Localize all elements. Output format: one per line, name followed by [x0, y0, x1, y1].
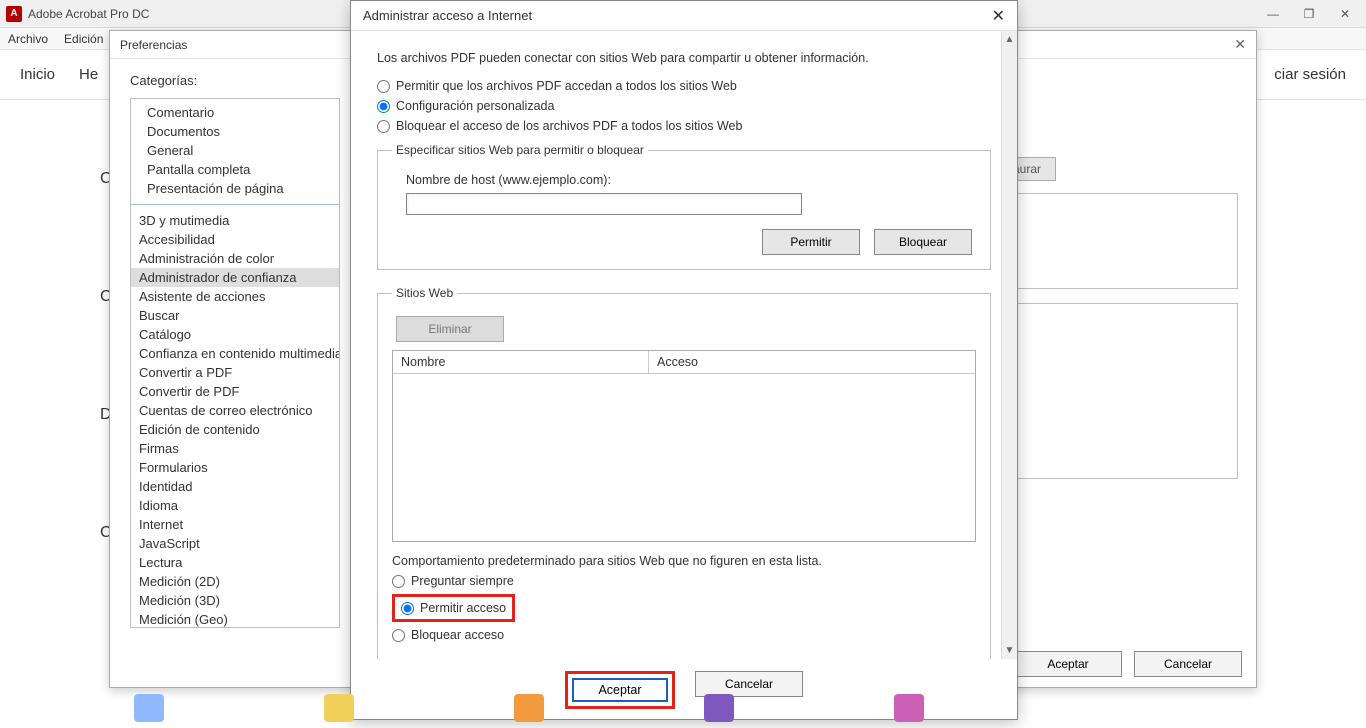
- radio-custom-label: Configuración personalizada: [396, 99, 554, 113]
- tab-home[interactable]: Inicio: [20, 66, 55, 83]
- category-item[interactable]: Accesibilidad: [131, 230, 339, 249]
- action-icon-3[interactable]: [514, 694, 544, 722]
- host-input[interactable]: [406, 193, 802, 215]
- categories-list[interactable]: ComentarioDocumentosGeneralPantalla comp…: [130, 98, 340, 628]
- category-item[interactable]: Convertir a PDF: [131, 363, 339, 382]
- internet-access-dialog: Administrar acceso a Internet ✕ ▲ ▼ Los …: [350, 0, 1018, 720]
- radio-allow-all[interactable]: Permitir que los archivos PDF accedan a …: [377, 79, 991, 93]
- category-item[interactable]: Pantalla completa: [139, 160, 331, 179]
- category-item[interactable]: Documentos: [139, 122, 331, 141]
- tab-he[interactable]: He: [79, 66, 98, 83]
- radio-allow-all-label: Permitir que los archivos PDF accedan a …: [396, 79, 737, 93]
- signin-link[interactable]: ciar sesión: [1274, 66, 1346, 83]
- app-logo-icon: A: [6, 6, 22, 22]
- category-item[interactable]: Convertir de PDF: [131, 382, 339, 401]
- close-icon[interactable]: ✕: [1336, 7, 1354, 21]
- delete-button: Eliminar: [396, 316, 504, 342]
- radio-ask-always-input[interactable]: [392, 575, 405, 588]
- category-item[interactable]: Internet: [131, 515, 339, 534]
- category-item[interactable]: Identidad: [131, 477, 339, 496]
- app-title: Adobe Acrobat Pro DC: [28, 7, 149, 21]
- radio-ask-always-label: Preguntar siempre: [411, 574, 514, 588]
- websites-fieldset: Sitios Web Eliminar Nombre Acceso Compor…: [377, 286, 991, 659]
- category-item[interactable]: Comentario: [139, 103, 331, 122]
- category-item[interactable]: General: [139, 141, 331, 160]
- category-item[interactable]: 3D y mutimedia: [131, 211, 339, 230]
- prefs-title: Preferencias: [120, 38, 187, 52]
- prefs-cancel-button[interactable]: Cancelar: [1134, 651, 1242, 677]
- radio-allow-access[interactable]: Permitir acceso: [401, 601, 506, 615]
- category-item[interactable]: Lectura: [131, 553, 339, 572]
- internet-close-icon[interactable]: ✕: [992, 6, 1005, 26]
- sites-table[interactable]: Nombre Acceso: [392, 350, 976, 542]
- radio-custom[interactable]: Configuración personalizada: [377, 99, 991, 113]
- menu-edit[interactable]: Edición: [64, 32, 103, 46]
- category-item[interactable]: Catálogo: [131, 325, 339, 344]
- col-name[interactable]: Nombre: [393, 351, 649, 373]
- radio-block-all-label: Bloquear el acceso de los archivos PDF a…: [396, 119, 742, 133]
- block-button[interactable]: Bloquear: [874, 229, 972, 255]
- category-item[interactable]: Asistente de acciones: [131, 287, 339, 306]
- action-icon-5[interactable]: [894, 694, 924, 722]
- intro-text: Los archivos PDF pueden conectar con sit…: [377, 51, 991, 65]
- default-behaviour-label: Comportamiento predeterminado para sitio…: [392, 554, 976, 568]
- specify-sites-fieldset: Especificar sitios Web para permitir o b…: [377, 143, 991, 270]
- category-item[interactable]: Medición (2D): [131, 572, 339, 591]
- category-item[interactable]: Edición de contenido: [131, 420, 339, 439]
- websites-legend: Sitios Web: [392, 286, 457, 300]
- radio-allow-all-input[interactable]: [377, 80, 390, 93]
- radio-allow-access-label: Permitir acceso: [420, 601, 506, 615]
- bottom-icons: [134, 694, 924, 722]
- category-item[interactable]: Administración de color: [131, 249, 339, 268]
- category-item[interactable]: Medición (3D): [131, 591, 339, 610]
- category-item[interactable]: Confianza en contenido multimedia (her: [131, 344, 339, 363]
- radio-block-all-input[interactable]: [377, 120, 390, 133]
- category-item[interactable]: Administrador de confianza: [131, 268, 339, 287]
- radio-custom-input[interactable]: [377, 100, 390, 113]
- action-icon-4[interactable]: [704, 694, 734, 722]
- category-item[interactable]: Cuentas de correo electrónico: [131, 401, 339, 420]
- category-item[interactable]: Formularios: [131, 458, 339, 477]
- prefs-ok-button[interactable]: Aceptar: [1014, 651, 1122, 677]
- category-item[interactable]: Idioma: [131, 496, 339, 515]
- highlight-allow-access: Permitir acceso: [392, 594, 515, 622]
- radio-ask-always[interactable]: Preguntar siempre: [392, 574, 976, 588]
- radio-block-access-input[interactable]: [392, 629, 405, 642]
- category-item[interactable]: Firmas: [131, 439, 339, 458]
- category-item[interactable]: JavaScript: [131, 534, 339, 553]
- host-label: Nombre de host (www.ejemplo.com):: [406, 173, 976, 187]
- radio-block-access[interactable]: Bloquear acceso: [392, 628, 976, 642]
- internet-title: Administrar acceso a Internet: [363, 8, 532, 23]
- category-item[interactable]: Medición (Geo): [131, 610, 339, 628]
- specify-legend: Especificar sitios Web para permitir o b…: [392, 143, 648, 157]
- category-item[interactable]: Presentación de página: [139, 179, 331, 198]
- radio-block-all[interactable]: Bloquear el acceso de los archivos PDF a…: [377, 119, 991, 133]
- allow-button[interactable]: Permitir: [762, 229, 860, 255]
- radio-allow-access-input[interactable]: [401, 602, 414, 615]
- minimize-icon[interactable]: —: [1264, 7, 1282, 21]
- categories-label: Categorías:: [130, 73, 345, 88]
- maximize-icon[interactable]: ❐: [1300, 7, 1318, 21]
- category-item[interactable]: Buscar: [131, 306, 339, 325]
- radio-block-access-label: Bloquear acceso: [411, 628, 504, 642]
- col-access[interactable]: Acceso: [649, 351, 975, 373]
- action-icon-2[interactable]: [324, 694, 354, 722]
- prefs-close-icon[interactable]: ✕: [1234, 36, 1246, 53]
- action-icon-1[interactable]: [134, 694, 164, 722]
- menu-file[interactable]: Archivo: [8, 32, 48, 46]
